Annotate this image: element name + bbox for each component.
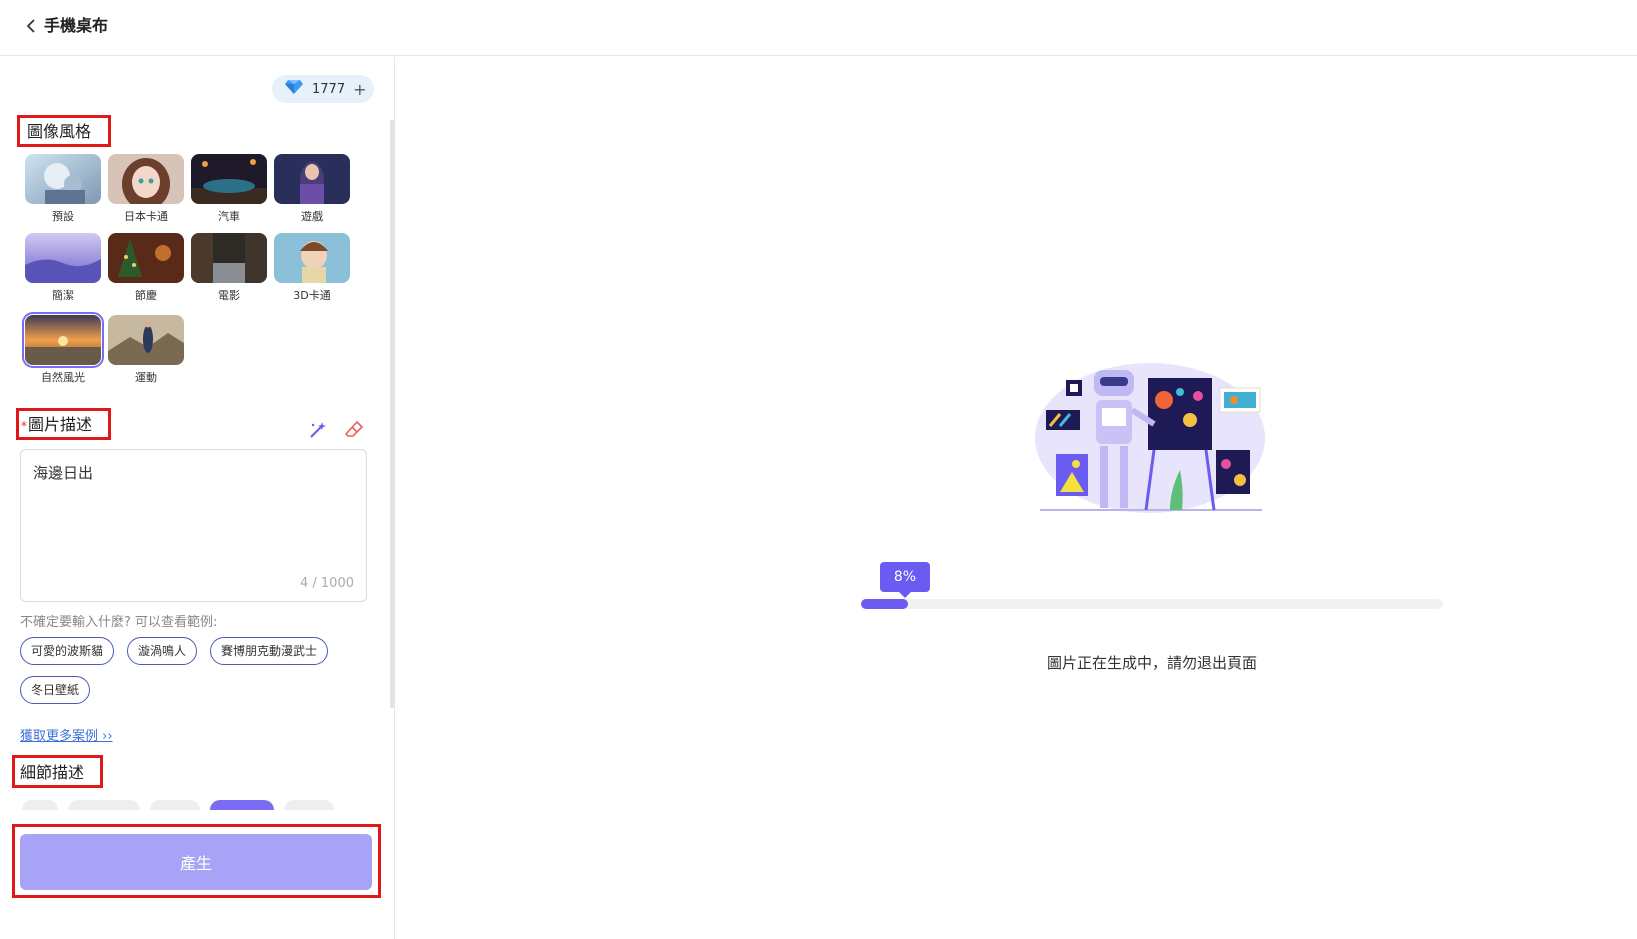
style-item-anime[interactable]: 日本卡通 <box>107 154 185 224</box>
style-item-sports[interactable]: 運動 <box>107 315 185 385</box>
style-item-car[interactable]: 汽車 <box>190 154 268 224</box>
style-thumb-sports <box>108 315 184 365</box>
top-bar: 手機桌布 <box>0 0 1637 56</box>
style-item-movie[interactable]: 電影 <box>190 233 268 303</box>
style-thumb-nature <box>22 312 104 368</box>
char-counter: 4 / 1000 <box>300 576 354 591</box>
example-chip[interactable]: 賽博朋克動漫武士 <box>210 637 329 665</box>
robot-painter-illustration <box>1035 363 1265 513</box>
examples-hint: 不確定要輸入什麼? 可以查看範例: <box>20 615 218 630</box>
example-chip[interactable]: 可愛的波斯貓 <box>20 637 115 665</box>
style-label: 節慶 <box>135 289 157 302</box>
credits-badge[interactable]: 1777 + <box>272 75 374 103</box>
style-thumb-default <box>25 154 101 204</box>
generate-button[interactable]: 產生 <box>20 834 372 890</box>
style-item-nature[interactable]: 自然風光 <box>22 312 104 385</box>
detail-option[interactable] <box>68 800 140 810</box>
back-arrow-icon[interactable] <box>20 14 44 38</box>
style-section-label: 圖像風格 <box>27 122 92 141</box>
detail-option[interactable] <box>284 800 334 810</box>
style-item-default[interactable]: 預設 <box>24 154 102 224</box>
style-thumb-minimal <box>25 233 101 283</box>
style-thumb-game <box>274 154 350 204</box>
progress-fill <box>861 599 908 609</box>
generation-status-text: 圖片正在生成中，請勿退出頁面 <box>1046 654 1257 672</box>
style-label: 電影 <box>218 289 240 302</box>
progress-bar <box>861 599 1443 609</box>
credits-amount: 1777 <box>312 81 346 97</box>
example-chip[interactable]: 漩渦鳴人 <box>127 637 198 665</box>
style-thumb-car <box>191 154 267 204</box>
page-title: 手機桌布 <box>44 16 109 35</box>
style-thumb-movie <box>191 233 267 283</box>
style-label: 3D卡通 <box>293 289 331 302</box>
style-label: 日本卡通 <box>124 210 168 223</box>
panel-scrollbar[interactable] <box>390 120 394 708</box>
detail-option[interactable] <box>22 800 58 810</box>
prompt-label-text: 圖片描述 <box>28 415 93 434</box>
style-item-3d-cartoon[interactable]: 3D卡通 <box>273 233 351 303</box>
style-label: 簡潔 <box>52 289 74 302</box>
example-chip[interactable]: 冬日壁紙 <box>20 676 91 704</box>
more-examples-link[interactable]: 獲取更多案例 ›› <box>20 725 113 744</box>
progress-percent-badge: 8% <box>880 562 930 598</box>
style-label: 汽車 <box>218 210 240 223</box>
magic-wand-icon[interactable] <box>307 419 329 441</box>
style-thumb-festival <box>108 233 184 283</box>
required-mark: * <box>21 419 27 433</box>
style-label: 遊戲 <box>301 210 323 223</box>
style-label: 預設 <box>52 210 74 223</box>
diamond-icon <box>284 79 304 99</box>
detail-section-label: 細節描述 <box>20 763 85 782</box>
prompt-textarea[interactable]: 海邊日出 4 / 1000 <box>20 449 367 602</box>
style-thumb-anime <box>108 154 184 204</box>
detail-option[interactable] <box>150 800 200 810</box>
add-credits-button[interactable]: + <box>353 80 366 99</box>
style-label: 自然風光 <box>41 371 85 384</box>
prompt-value: 海邊日出 <box>33 464 94 482</box>
eraser-brush-icon[interactable] <box>343 419 365 441</box>
style-thumb-3d-cartoon <box>274 233 350 283</box>
prompt-section-label: *圖片描述 <box>21 415 92 436</box>
style-label: 運動 <box>135 371 157 384</box>
style-item-game[interactable]: 遊戲 <box>273 154 351 224</box>
style-item-minimal[interactable]: 簡潔 <box>24 233 102 303</box>
detail-option-selected[interactable] <box>210 800 274 810</box>
style-item-festival[interactable]: 節慶 <box>107 233 185 303</box>
detail-options-row <box>22 800 362 810</box>
